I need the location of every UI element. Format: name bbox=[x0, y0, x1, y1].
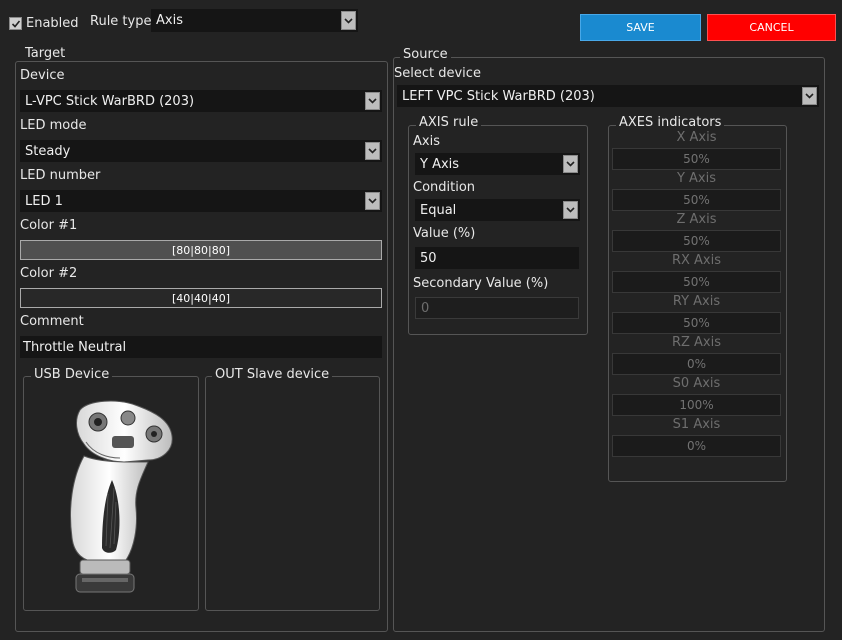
axis-indicator-value: 100% bbox=[612, 394, 781, 416]
led-mode-select[interactable]: Steady bbox=[20, 140, 382, 162]
axis-indicator-label: RX Axis bbox=[671, 253, 722, 268]
secondary-value-label: Secondary Value (%) bbox=[413, 276, 549, 291]
axis-indicator-value: 0% bbox=[612, 435, 781, 457]
color2-swatch[interactable]: [40|40|40] bbox=[20, 288, 382, 308]
comment-label: Comment bbox=[20, 314, 84, 329]
axis-indicator-label: Z Axis bbox=[676, 212, 717, 227]
led-mode-label: LED mode bbox=[20, 118, 87, 133]
led-mode-value: Steady bbox=[25, 143, 71, 159]
axis-indicator-label: X Axis bbox=[676, 130, 717, 145]
axis-indicator-value: 50% bbox=[612, 271, 781, 293]
value-input[interactable]: 50 bbox=[415, 247, 579, 269]
source-title: Source bbox=[400, 47, 451, 62]
axis-indicator-value: 50% bbox=[612, 148, 781, 170]
rule-type-label: Rule type bbox=[90, 14, 152, 29]
axis-indicator-label: RY Axis bbox=[672, 294, 721, 309]
device-value: L-VPC Stick WarBRD (203) bbox=[25, 93, 195, 109]
axis-indicator-label: Y Axis bbox=[676, 171, 717, 186]
rule-type-select[interactable]: Axis bbox=[151, 9, 358, 32]
out-slave-title: OUT Slave device bbox=[212, 367, 333, 382]
color1-label: Color #1 bbox=[20, 218, 78, 233]
value-label: Value (%) bbox=[413, 226, 476, 241]
select-device-label: Select device bbox=[394, 66, 481, 81]
usb-device-title: USB Device bbox=[31, 367, 113, 382]
device-label: Device bbox=[20, 68, 65, 83]
axis-rule-title: AXIS rule bbox=[416, 115, 482, 130]
chevron-down-icon bbox=[563, 155, 578, 173]
chevron-down-icon bbox=[802, 87, 817, 105]
device-select[interactable]: L-VPC Stick WarBRD (203) bbox=[20, 90, 382, 112]
condition-value: Equal bbox=[420, 202, 457, 218]
source-device-value: LEFT VPC Stick WarBRD (203) bbox=[402, 88, 595, 104]
rule-type-value: Axis bbox=[156, 13, 183, 28]
axis-indicator-label: S0 Axis bbox=[672, 376, 721, 391]
out-slave-group bbox=[205, 376, 380, 611]
color2-label: Color #2 bbox=[20, 266, 78, 281]
axis-indicator-value: 50% bbox=[612, 189, 781, 211]
secondary-value-input[interactable]: 0 bbox=[415, 297, 579, 319]
axes-indicators-title: AXES indicators bbox=[616, 115, 725, 130]
axis-select[interactable]: Y Axis bbox=[415, 153, 580, 175]
axis-indicator-label: S1 Axis bbox=[672, 417, 721, 432]
chevron-down-icon bbox=[563, 201, 578, 219]
axis-indicator-value: 50% bbox=[612, 230, 781, 252]
axis-indicator-value: 50% bbox=[612, 312, 781, 334]
chevron-down-icon bbox=[341, 11, 356, 30]
save-button[interactable]: SAVE bbox=[580, 14, 701, 41]
checkmark-icon bbox=[11, 19, 20, 28]
color1-swatch[interactable]: [80|80|80] bbox=[20, 240, 382, 260]
target-title: Target bbox=[22, 46, 69, 61]
led-number-value: LED 1 bbox=[25, 193, 63, 209]
chevron-down-icon bbox=[365, 92, 380, 110]
enabled-label: Enabled bbox=[26, 16, 79, 31]
led-number-select[interactable]: LED 1 bbox=[20, 190, 382, 212]
axis-indicator-value: 0% bbox=[612, 353, 781, 375]
comment-input[interactable]: Throttle Neutral bbox=[20, 336, 382, 358]
axis-value: Y Axis bbox=[420, 156, 460, 172]
enabled-checkbox[interactable] bbox=[9, 17, 22, 30]
joystick-image bbox=[70, 400, 173, 593]
led-number-label: LED number bbox=[20, 168, 101, 183]
axis-indicator-label: RZ Axis bbox=[671, 335, 722, 350]
axis-label: Axis bbox=[413, 134, 440, 149]
condition-label: Condition bbox=[413, 180, 476, 195]
cancel-button[interactable]: CANCEL bbox=[707, 14, 836, 41]
condition-select[interactable]: Equal bbox=[415, 199, 580, 221]
chevron-down-icon bbox=[365, 192, 380, 210]
chevron-down-icon bbox=[365, 142, 380, 160]
source-device-select[interactable]: LEFT VPC Stick WarBRD (203) bbox=[397, 85, 819, 107]
